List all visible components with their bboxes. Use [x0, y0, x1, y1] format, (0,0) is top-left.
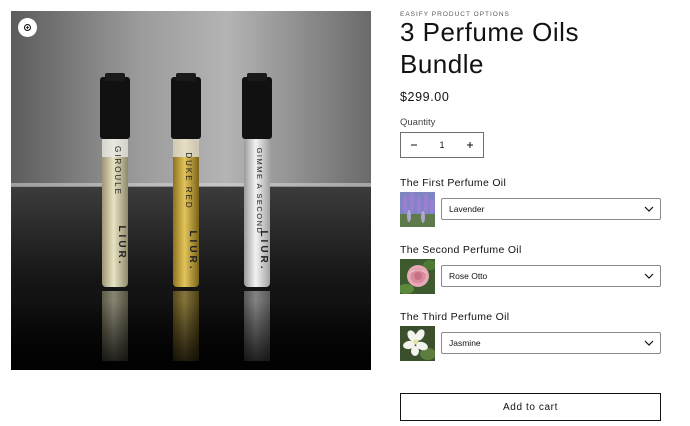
second-oil-selected: Rose Otto	[449, 271, 488, 281]
rose-swatch[interactable]	[400, 259, 435, 294]
quantity-increase-button[interactable]	[457, 133, 483, 157]
perfume-bottles-photo: GIROULE LIUR. DUKE RED LIUR. GIMME A SEC…	[11, 11, 371, 370]
first-oil-select[interactable]: Lavender	[441, 198, 661, 220]
zoom-button[interactable]	[18, 18, 37, 37]
jasmine-swatch[interactable]	[400, 326, 435, 361]
svg-text:LIUR.: LIUR.	[116, 225, 127, 266]
svg-text:GIROULE: GIROULE	[113, 146, 122, 196]
chevron-down-icon	[644, 340, 654, 346]
second-oil-select[interactable]: Rose Otto	[441, 265, 661, 287]
third-oil-selected: Jasmine	[449, 338, 481, 348]
add-to-cart-button[interactable]: Add to cart	[400, 393, 661, 421]
chevron-down-icon	[644, 273, 654, 279]
plus-icon	[466, 142, 473, 148]
quantity-label: Quantity	[400, 117, 436, 128]
svg-text:LIUR.: LIUR.	[258, 230, 269, 271]
product-price: $299.00	[400, 90, 450, 104]
quantity-decrease-button[interactable]	[401, 133, 427, 157]
product-title: 3 Perfume Oils Bundle	[400, 17, 579, 79]
option-label-third: The Third Perfume Oil	[400, 311, 510, 323]
quantity-input[interactable]: 1	[439, 140, 444, 150]
svg-text:DUKE RED: DUKE RED	[184, 152, 193, 209]
option-label-first: The First Perfume Oil	[400, 177, 507, 189]
first-oil-selected: Lavender	[449, 204, 485, 214]
product-image[interactable]: GIROULE LIUR. DUKE RED LIUR. GIMME A SEC…	[11, 11, 371, 370]
third-oil-select[interactable]: Jasmine	[441, 332, 661, 354]
lavender-swatch[interactable]	[400, 192, 435, 227]
quantity-stepper: 1	[400, 132, 484, 158]
svg-text:GIMME A SECOND: GIMME A SECOND	[255, 148, 264, 235]
zoom-icon	[23, 23, 32, 32]
option-label-second: The Second Perfume Oil	[400, 244, 522, 256]
chevron-down-icon	[644, 206, 654, 212]
svg-text:LIUR.: LIUR.	[187, 230, 198, 271]
minus-icon	[411, 144, 417, 146]
